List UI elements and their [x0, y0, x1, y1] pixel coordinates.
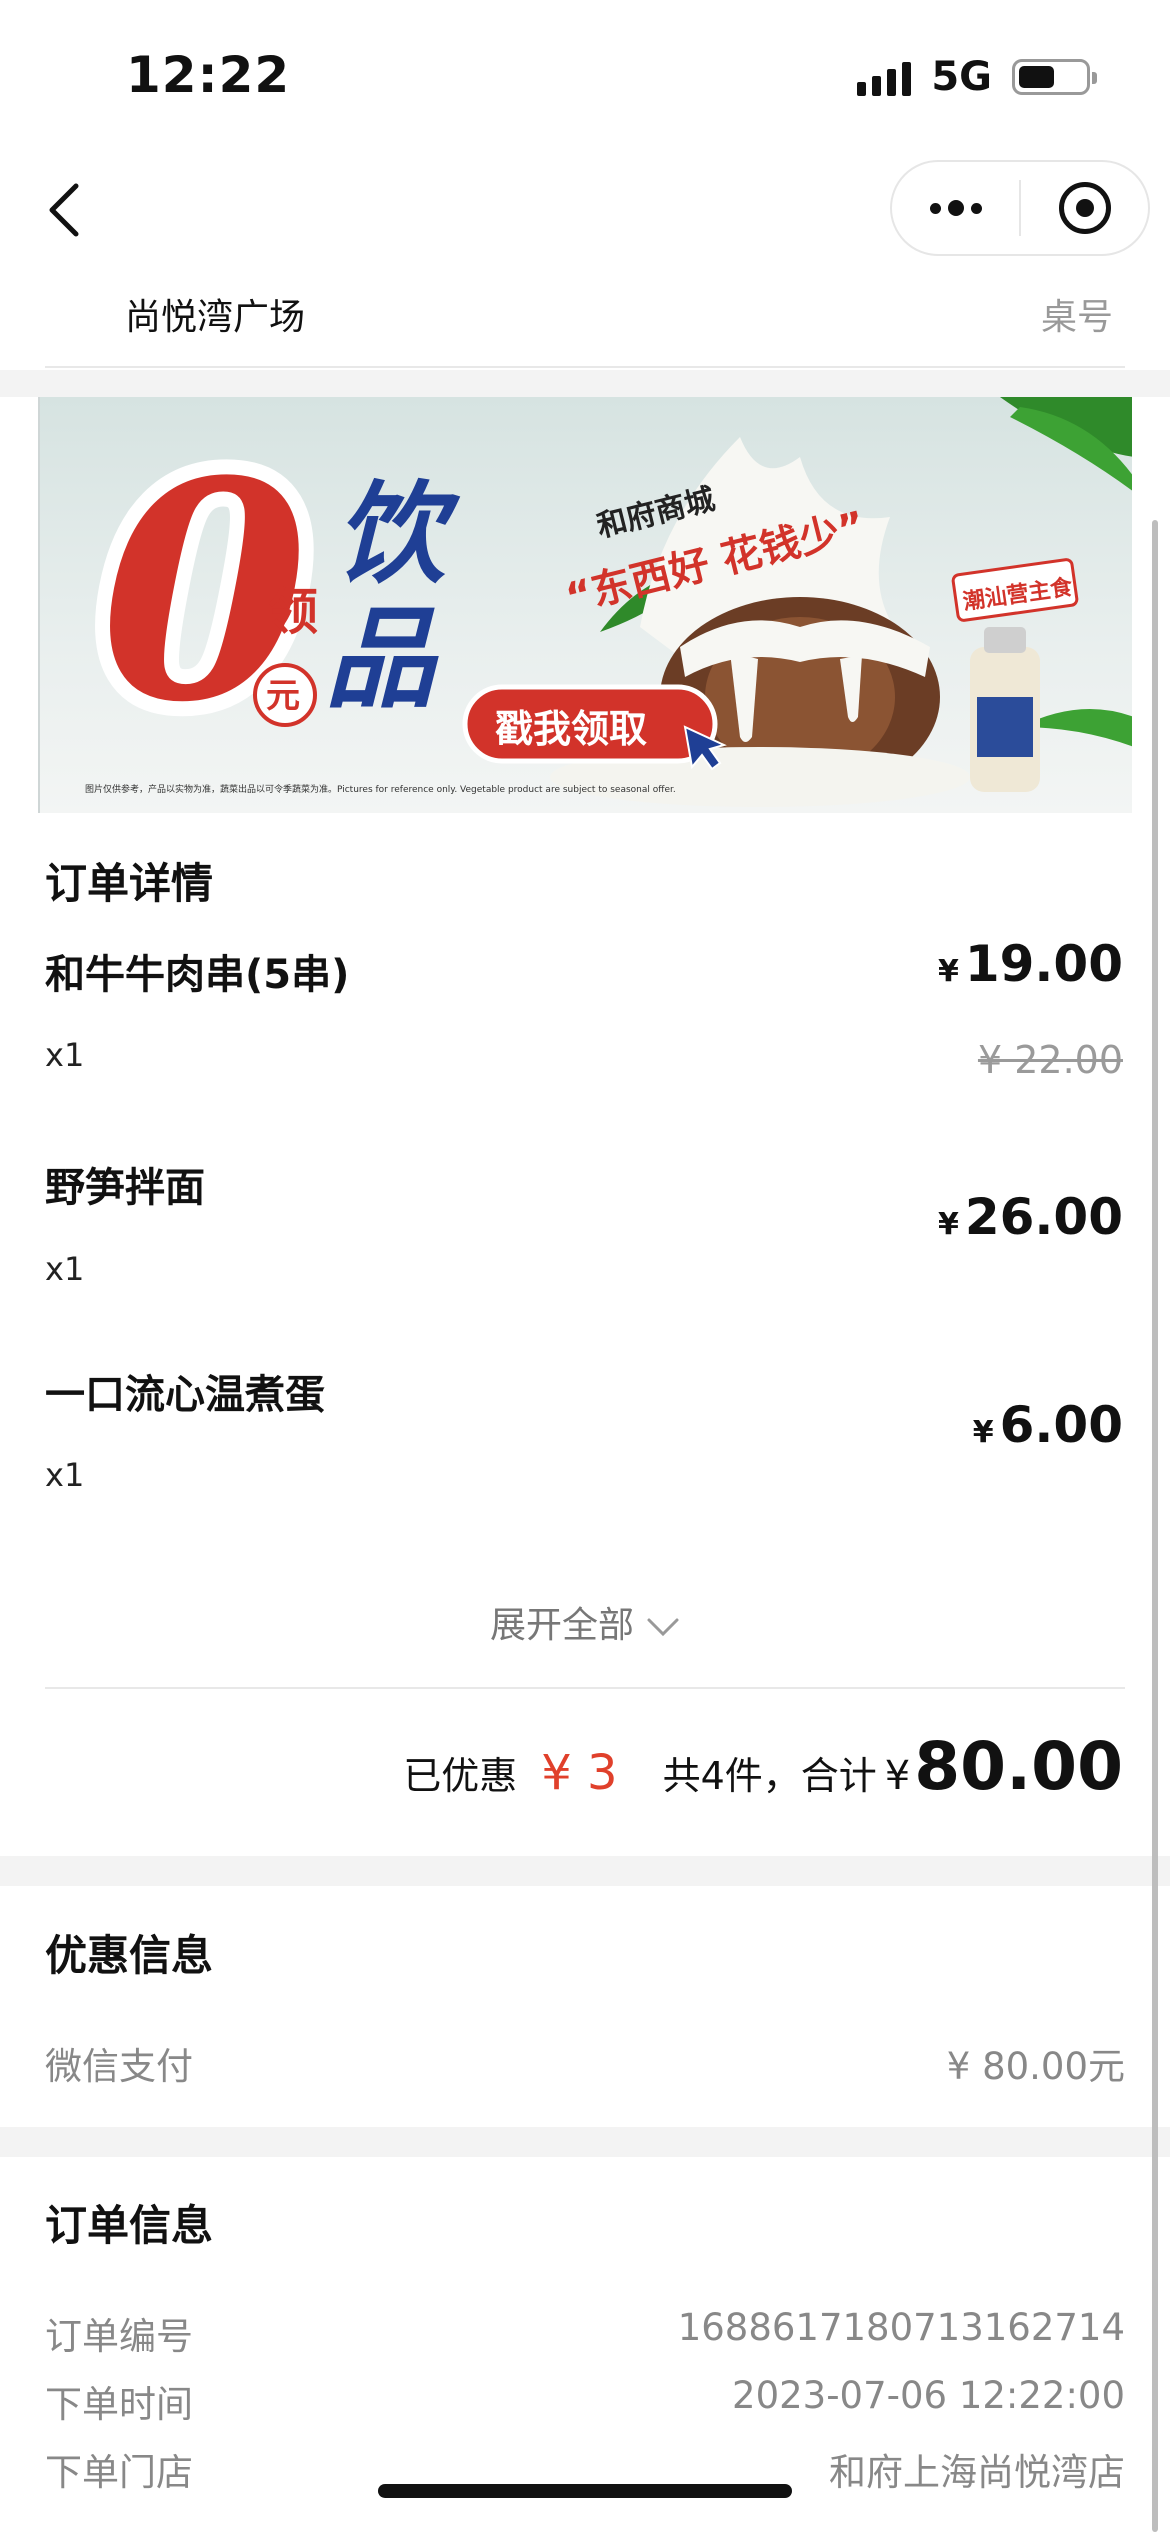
order-info-title: 订单信息: [45, 2201, 214, 2250]
table-number-label: 桌号: [1040, 297, 1113, 338]
claim-button-label: 戳我领取: [495, 707, 647, 751]
item-price: ¥6.00: [972, 1396, 1123, 1454]
info-label: 下单时间: [45, 2383, 193, 2426]
currency-symbol: ¥: [937, 1207, 959, 1242]
status-time: 12:22: [126, 46, 291, 104]
scrollbar[interactable]: [1152, 520, 1158, 2532]
info-value: ¥ 80.00元: [946, 2045, 1125, 2088]
more-dots-icon: [929, 200, 982, 216]
status-indicators: 5G: [857, 54, 1097, 100]
order-info-row: 下单时间 2023-07-06 12:22:00: [45, 2374, 1125, 2428]
count-label: 共4件，合计: [662, 1754, 877, 1798]
expand-all-label: 展开全部: [489, 1605, 634, 1646]
banner-ling: 领: [268, 583, 318, 641]
discount-label: 已优惠: [403, 1754, 518, 1798]
mini-program-capsule: [890, 160, 1150, 256]
item-price: ¥26.00: [937, 1188, 1123, 1246]
info-value: 和府上海尚悦湾店: [829, 2451, 1125, 2494]
nav-bar: [0, 150, 1170, 280]
expand-all-button[interactable]: 展开全部: [0, 1596, 1170, 1648]
info-value: 2023-07-06 12:22:00: [732, 2374, 1125, 2417]
section-gap: [0, 2127, 1170, 2157]
item-quantity: x1: [45, 1036, 85, 1074]
total-currency: ¥: [884, 1753, 911, 1799]
home-indicator[interactable]: [378, 2484, 792, 2498]
store-row: 尚悦湾广场 桌号: [45, 270, 1125, 368]
status-bar: 12:22 5G: [0, 0, 1170, 150]
section-gap: [0, 370, 1170, 397]
discount-value: ¥ 3: [541, 1745, 618, 1801]
network-label: 5G: [931, 54, 992, 100]
item-original-price: ¥ 22.00: [977, 1038, 1123, 1082]
promo-banner-art: 0 0 元 领 饮 品 和府商城 “东西好 花钱少” 潮汕营主食 戳我领取 图片…: [85, 397, 1132, 807]
banner-drink-2: 品: [325, 595, 439, 723]
banner-disclaimer: 图片仅供参考，产品以实物为准，蔬菜出品以可令季蔬菜为准。Pictures for…: [85, 783, 676, 795]
order-details-title: 订单详情: [45, 859, 214, 908]
close-button[interactable]: [1021, 162, 1148, 254]
section-gap: [0, 1856, 1170, 1886]
chevron-left-icon[interactable]: [42, 180, 92, 240]
banner-yuan: 元: [266, 676, 300, 716]
order-summary: 已优惠 ¥ 3 共4件，合计 ¥ 80.00: [403, 1728, 1123, 1805]
info-label: 订单编号: [45, 2315, 193, 2358]
info-label: 微信支付: [45, 2045, 193, 2088]
chevron-down-icon: [647, 1618, 679, 1637]
store-name[interactable]: 尚悦湾广场: [125, 288, 305, 340]
item-price: ¥19.00: [937, 935, 1123, 993]
order-total: 80.00: [914, 1728, 1123, 1805]
discount-info-row: 微信支付 ¥ 80.00元: [45, 2036, 1125, 2090]
promo-banner[interactable]: 0 0 元 领 饮 品 和府商城 “东西好 花钱少” 潮汕营主食 戳我领取 图片…: [38, 397, 1132, 813]
item-quantity: x1: [45, 1250, 85, 1288]
item-name: 野笋拌面: [45, 1165, 205, 1211]
more-button[interactable]: [892, 162, 1019, 254]
currency-symbol: ¥: [937, 954, 959, 989]
item-name: 一口流心温煮蛋: [45, 1372, 325, 1418]
order-info-row: 订单编号 1688617180713162714: [45, 2306, 1125, 2360]
item-name: 和牛牛肉串(5串): [45, 952, 350, 998]
divider: [45, 1687, 1125, 1689]
info-value[interactable]: 1688617180713162714: [678, 2306, 1125, 2360]
item-quantity: x1: [45, 1456, 85, 1494]
target-circle-icon: [1058, 182, 1111, 234]
currency-symbol: ¥: [972, 1415, 994, 1450]
battery-icon: [1012, 59, 1097, 95]
info-label: 下单门店: [45, 2451, 193, 2494]
discount-info-title: 优惠信息: [45, 1931, 214, 1980]
banner-drink-1: 饮: [335, 470, 461, 598]
signal-icon: [857, 58, 912, 96]
